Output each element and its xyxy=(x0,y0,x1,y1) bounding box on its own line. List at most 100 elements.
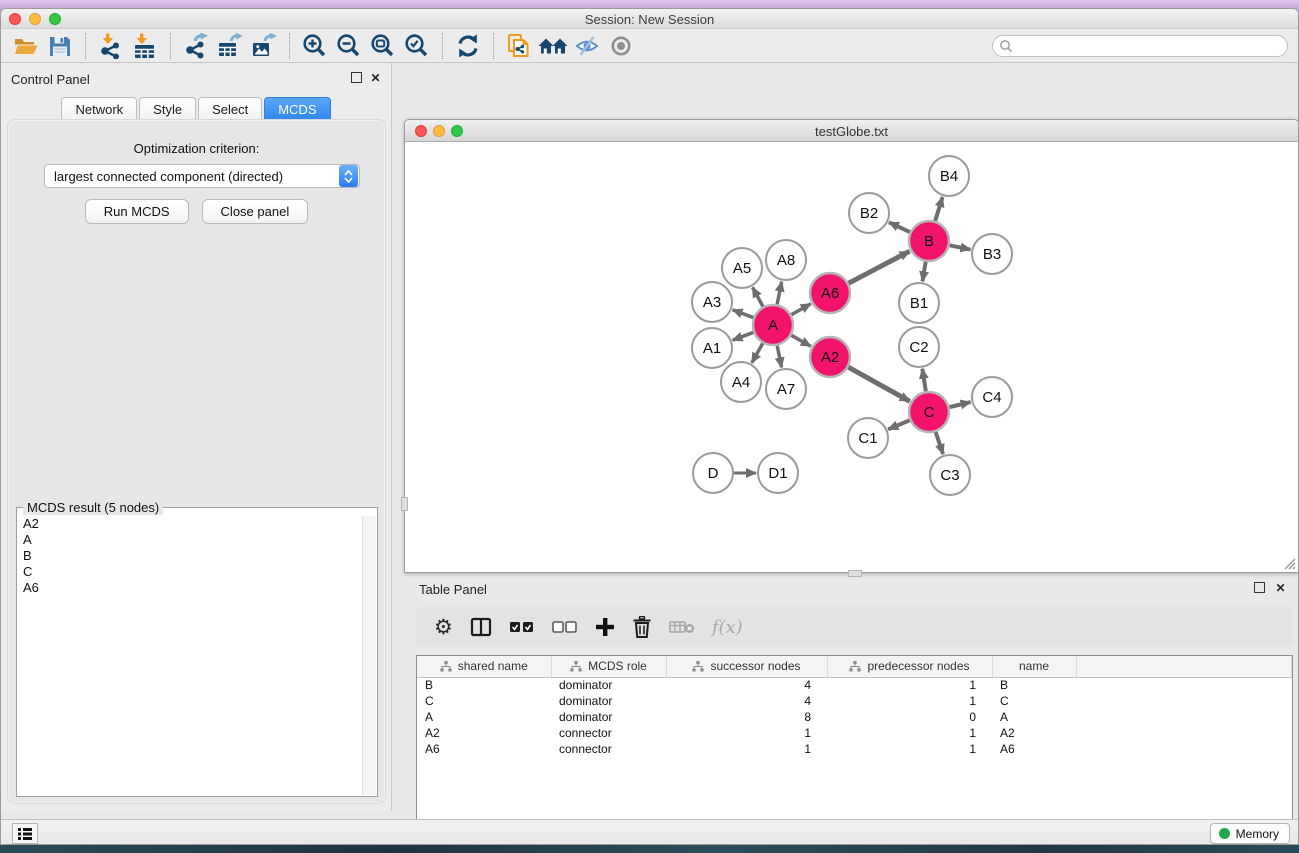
close-table-panel-icon[interactable]: ✕ xyxy=(1274,582,1287,595)
graph-edge-C-C2[interactable] xyxy=(922,369,926,392)
network-vertical-scrollbar-thumb[interactable] xyxy=(401,497,408,511)
window-resize-grip[interactable] xyxy=(1282,556,1296,570)
cell-predecessor-nodes[interactable]: 1 xyxy=(827,693,992,709)
hide-selected-eye-icon[interactable] xyxy=(570,31,604,61)
graph-edge-B-B1[interactable] xyxy=(923,261,926,282)
network-graph-canvas[interactable]: B4B2BB3A5A8A6A3B1AC2A1A2A4A7C4CC1C3DD1 xyxy=(405,142,1298,572)
cell-name[interactable]: C xyxy=(992,693,1076,709)
graph-node-B1[interactable]: B1 xyxy=(899,283,939,323)
home-layout-icon[interactable] xyxy=(536,31,570,61)
cell-MCDS-role[interactable]: connector xyxy=(551,725,666,741)
tab-network[interactable]: Network xyxy=(61,97,137,121)
graph-edge-C-C1[interactable] xyxy=(888,420,910,430)
graph-edge-A-A3[interactable] xyxy=(733,310,755,318)
float-table-panel-icon[interactable] xyxy=(1254,582,1267,595)
search-box[interactable] xyxy=(992,35,1288,57)
graph-node-A2[interactable]: A2 xyxy=(810,337,850,377)
refresh-icon[interactable] xyxy=(451,31,485,61)
show-column-icon[interactable] xyxy=(470,612,492,642)
table-row[interactable]: Cdominator41C xyxy=(417,693,1292,709)
graph-node-C3[interactable]: C3 xyxy=(930,455,970,495)
tab-style[interactable]: Style xyxy=(139,97,196,121)
graph-edge-A-A2[interactable] xyxy=(790,335,810,346)
graph-edge-A-A7[interactable] xyxy=(777,345,782,368)
graph-edge-A6-B[interactable] xyxy=(848,251,910,283)
table-row[interactable]: Adominator80A xyxy=(417,709,1292,725)
graph-edge-B-B3[interactable] xyxy=(949,245,971,250)
table-row[interactable]: A6connector11A6 xyxy=(417,741,1292,757)
mcds-result-item[interactable]: B xyxy=(18,548,362,564)
mcds-result-item[interactable]: A xyxy=(18,532,362,548)
graph-node-A3[interactable]: A3 xyxy=(692,282,732,322)
graph-node-D[interactable]: D xyxy=(693,453,733,493)
graph-edge-A-A1[interactable] xyxy=(733,332,755,340)
mcds-result-item[interactable]: C xyxy=(18,564,362,580)
column-header-MCDS-role[interactable]: MCDS role xyxy=(551,656,666,677)
graph-node-D1[interactable]: D1 xyxy=(758,453,798,493)
graph-node-A5[interactable]: A5 xyxy=(722,248,762,288)
open-file-icon[interactable] xyxy=(9,31,43,61)
cell-MCDS-role[interactable]: dominator xyxy=(551,677,666,693)
graph-node-A8[interactable]: A8 xyxy=(766,240,806,280)
cell-MCDS-role[interactable]: dominator xyxy=(551,709,666,725)
graph-edge-A-A6[interactable] xyxy=(790,304,810,315)
cell-MCDS-role[interactable]: dominator xyxy=(551,693,666,709)
graph-node-C4[interactable]: C4 xyxy=(972,377,1012,417)
import-table-icon[interactable] xyxy=(128,31,162,61)
float-panel-icon[interactable] xyxy=(351,72,364,85)
network-window-titlebar[interactable]: testGlobe.txt xyxy=(405,120,1298,142)
delete-column-trash-icon[interactable] xyxy=(632,612,652,642)
export-network-icon[interactable] xyxy=(179,31,213,61)
criterion-dropdown[interactable]: largest connected component (directed) xyxy=(44,164,360,188)
cell-shared-name[interactable]: A2 xyxy=(417,725,551,741)
close-panel-icon[interactable]: ✕ xyxy=(369,72,382,85)
mcds-result-item[interactable]: A2 xyxy=(18,516,362,532)
mcds-result-list[interactable]: A2ABCA6 xyxy=(18,516,362,795)
cell-name[interactable]: A2 xyxy=(992,725,1076,741)
function-builder-icon[interactable]: f(x) xyxy=(712,612,743,642)
task-history-button[interactable] xyxy=(12,823,38,844)
cell-shared-name[interactable]: B xyxy=(417,677,551,693)
cell-predecessor-nodes[interactable]: 1 xyxy=(827,741,992,757)
graph-node-A[interactable]: A xyxy=(753,305,793,345)
graph-node-A4[interactable]: A4 xyxy=(721,362,761,402)
graph-edge-C-C4[interactable] xyxy=(948,402,970,407)
graph-node-C2[interactable]: C2 xyxy=(899,327,939,367)
zoom-out-icon[interactable] xyxy=(332,31,366,61)
cell-successor-nodes[interactable]: 8 xyxy=(666,709,827,725)
graph-node-C1[interactable]: C1 xyxy=(848,418,888,458)
graph-node-A7[interactable]: A7 xyxy=(766,369,806,409)
cell-MCDS-role[interactable]: connector xyxy=(551,741,666,757)
cell-name[interactable]: A6 xyxy=(992,741,1076,757)
cell-predecessor-nodes[interactable]: 1 xyxy=(827,677,992,693)
mcds-list-scrollbar[interactable] xyxy=(362,516,376,795)
table-settings-icon[interactable]: ⚙ xyxy=(434,612,453,642)
cell-successor-nodes[interactable]: 1 xyxy=(666,741,827,757)
cell-successor-nodes[interactable]: 4 xyxy=(666,693,827,709)
graph-node-C[interactable]: C xyxy=(909,392,949,432)
node-table[interactable]: shared nameMCDS rolesuccessor nodesprede… xyxy=(417,656,1292,757)
cell-successor-nodes[interactable]: 4 xyxy=(666,677,827,693)
deselect-all-rows-icon[interactable] xyxy=(552,612,578,642)
graph-edge-B-B4[interactable] xyxy=(935,197,943,222)
zoom-selected-icon[interactable] xyxy=(400,31,434,61)
select-all-rows-icon[interactable] xyxy=(509,612,535,642)
graph-node-A1[interactable]: A1 xyxy=(692,328,732,368)
cell-predecessor-nodes[interactable]: 0 xyxy=(827,709,992,725)
graph-node-B3[interactable]: B3 xyxy=(972,234,1012,274)
cell-shared-name[interactable]: A xyxy=(417,709,551,725)
graph-edge-B-B2[interactable] xyxy=(889,222,911,232)
zoom-in-icon[interactable] xyxy=(298,31,332,61)
table-row[interactable]: A2connector11A2 xyxy=(417,725,1292,741)
cell-successor-nodes[interactable]: 1 xyxy=(666,725,827,741)
tab-mcds[interactable]: MCDS xyxy=(264,97,330,121)
zoom-fit-icon[interactable] xyxy=(366,31,400,61)
graph-node-B2[interactable]: B2 xyxy=(849,193,889,233)
graph-node-A6[interactable]: A6 xyxy=(810,273,850,313)
import-network-icon[interactable] xyxy=(94,31,128,61)
graph-edge-A-A5[interactable] xyxy=(753,287,764,307)
memory-button[interactable]: Memory xyxy=(1210,823,1290,844)
tab-select[interactable]: Select xyxy=(198,97,262,121)
delete-table-icon[interactable] xyxy=(669,612,695,642)
graph-edge-A-A8[interactable] xyxy=(777,282,782,306)
